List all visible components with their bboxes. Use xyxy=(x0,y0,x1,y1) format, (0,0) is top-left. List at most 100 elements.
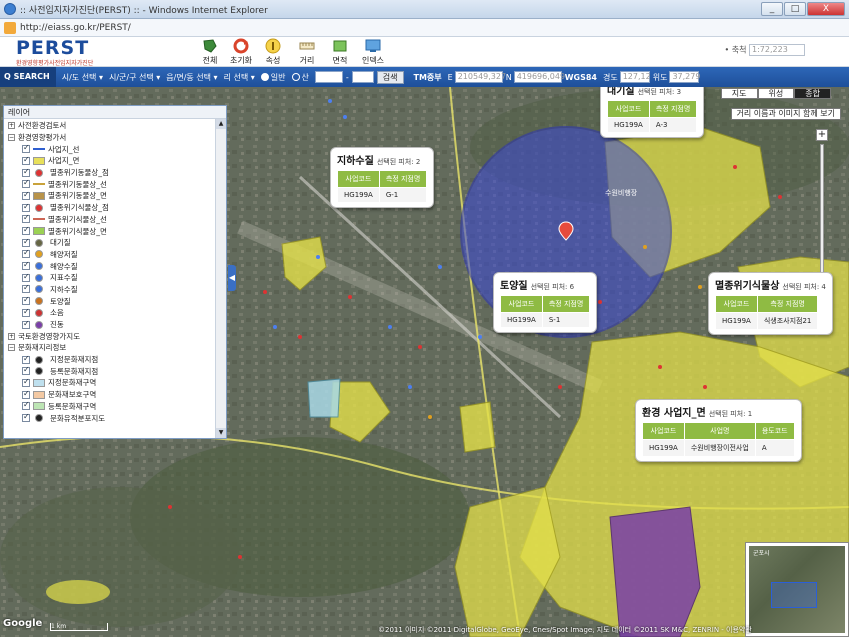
layer-row[interactable]: 멸종위기동물상_선 xyxy=(4,178,214,190)
layer-row[interactable]: 멸종위기동물상_점 xyxy=(4,167,214,179)
layer-checkbox[interactable] xyxy=(22,202,30,212)
layer-checkbox[interactable] xyxy=(22,283,30,294)
cell: 식생조사지점21 xyxy=(756,312,819,330)
sido-select[interactable]: 시/도 선택 ▾ xyxy=(62,72,103,83)
overview-map[interactable]: 군포시 xyxy=(745,542,849,637)
layer-row[interactable]: 사업지_선 xyxy=(4,143,214,155)
layer-row[interactable]: 토양질 xyxy=(4,295,214,307)
layer-row[interactable]: 지정문화재구역 xyxy=(4,377,214,389)
tab-map[interactable]: 지도 xyxy=(720,88,758,99)
general-radio[interactable] xyxy=(260,73,269,81)
collapse-icon[interactable]: − xyxy=(8,344,15,352)
layer-checkbox[interactable] xyxy=(22,412,30,423)
overview-viewport[interactable] xyxy=(771,582,817,608)
layer-row[interactable]: 진동 xyxy=(4,319,214,331)
eupmyeon-select[interactable]: 읍/면/동 선택 ▾ xyxy=(166,72,217,83)
map-type-tabs: 지도 위성 종합 xyxy=(720,88,831,99)
tool-reset[interactable]: 초기화 xyxy=(223,38,259,66)
layer-row[interactable]: 지하수질 xyxy=(4,283,214,296)
layer-legend-swatch xyxy=(33,402,45,411)
layer-checkbox[interactable] xyxy=(22,190,30,200)
layer-row[interactable]: 대기질 xyxy=(4,237,214,249)
layer-row[interactable]: 해양수질 xyxy=(4,260,214,272)
lot-sub-input[interactable] xyxy=(351,71,374,83)
layer-checkbox[interactable] xyxy=(22,295,30,306)
layer-row[interactable]: 문화유적분포지도 xyxy=(4,412,214,424)
e-coordinate-field[interactable]: 210549,327 xyxy=(454,71,506,83)
layer-panel-scrollbar[interactable]: ▲ ▼ xyxy=(215,119,226,438)
layer-label: 진동 xyxy=(50,320,64,330)
map-canvas[interactable]: 수원비행장 레이어 +사전환경검토서−환경영향평가서사업지_선사업지_면멸종위기… xyxy=(0,87,849,637)
layer-row[interactable]: 지표수질 xyxy=(4,272,214,284)
layer-checkbox[interactable] xyxy=(22,319,30,329)
layer-legend-swatch xyxy=(33,378,45,387)
layer-checkbox[interactable] xyxy=(22,354,30,364)
sigungu-select[interactable]: 시/군/구 선택 ▾ xyxy=(109,72,160,83)
layer-checkbox[interactable] xyxy=(22,389,30,399)
layer-row[interactable]: 사업지_면 xyxy=(4,155,214,167)
layer-group-row[interactable]: + 사전환경검토서 xyxy=(4,120,214,132)
layer-group-row[interactable]: + 국토환경영향가지도 xyxy=(4,330,214,342)
scroll-down-icon[interactable]: ▼ xyxy=(216,428,226,438)
tab-satellite[interactable]: 위성 xyxy=(757,88,795,99)
zoom-in-button[interactable]: + xyxy=(816,129,828,141)
scale-display: • 축척 1:72,223 xyxy=(724,44,805,56)
layer-checkbox[interactable] xyxy=(22,237,30,247)
expand-icon[interactable]: + xyxy=(8,332,15,340)
search-button[interactable]: Q SEARCH xyxy=(0,67,56,87)
n-label: N xyxy=(505,72,512,82)
perst-logo[interactable]: PERST 환경영향평가사전입지자가진단 xyxy=(16,38,93,67)
lon-field[interactable]: 127,12 xyxy=(619,71,651,83)
layer-row[interactable]: 멸종위기동물상_면 xyxy=(4,190,214,202)
layer-checkbox[interactable] xyxy=(22,155,30,165)
n-coordinate-field[interactable]: 419696,049 xyxy=(513,71,565,83)
scale-input[interactable]: 1:72,223 xyxy=(749,44,805,56)
layer-row[interactable]: 등록문화재구역 xyxy=(4,400,214,413)
url-text[interactable]: http://eiass.go.kr/PERST/ xyxy=(20,23,131,33)
label-toggle[interactable]: 거리 이름과 이미지 함께 보기 xyxy=(730,108,841,120)
maximize-button[interactable]: □ xyxy=(784,2,806,16)
address-bar[interactable]: http://eiass.go.kr/PERST/ xyxy=(0,19,849,37)
layer-checkbox[interactable] xyxy=(22,213,30,224)
layer-row[interactable]: 문화재보호구역 xyxy=(4,389,214,401)
lat-field[interactable]: 37,279 xyxy=(669,71,700,83)
layer-group-row[interactable]: − 환경영향평가서 xyxy=(4,132,214,144)
layer-label: 문화유적분포지도 xyxy=(50,413,106,423)
scroll-up-icon[interactable]: ▲ xyxy=(216,119,226,129)
tab-hybrid[interactable]: 종합 xyxy=(794,88,831,99)
layer-checkbox[interactable] xyxy=(22,167,30,177)
ri-select[interactable]: 리 선택 ▾ xyxy=(224,72,255,83)
layer-checkbox[interactable] xyxy=(22,377,30,387)
tool-attribute[interactable]: 속성 xyxy=(255,38,291,66)
expand-icon[interactable]: + xyxy=(8,122,15,130)
layer-checkbox[interactable] xyxy=(22,178,30,189)
layer-checkbox[interactable] xyxy=(22,272,30,282)
lot-main-input[interactable] xyxy=(314,71,343,83)
lon-label: 경도 xyxy=(602,72,618,82)
layer-row[interactable]: 등록문화재지점 xyxy=(4,365,214,377)
mountain-radio[interactable] xyxy=(291,73,300,81)
layer-checkbox[interactable] xyxy=(22,143,30,154)
layer-checkbox[interactable] xyxy=(22,400,30,411)
collapse-panel-button[interactable]: ◀ xyxy=(228,265,236,291)
layer-row[interactable]: 멸종위기식물상_면 xyxy=(4,225,214,237)
layer-row[interactable]: 소음 xyxy=(4,307,214,319)
close-button[interactable]: X xyxy=(807,2,845,16)
tool-distance[interactable]: 거리 xyxy=(289,38,325,66)
tool-area[interactable]: 면적 xyxy=(322,38,358,66)
tool-index[interactable]: 인덱스 xyxy=(355,38,391,66)
layer-checkbox[interactable] xyxy=(22,225,30,236)
layer-checkbox[interactable] xyxy=(22,248,30,259)
go-button[interactable]: 검색 xyxy=(376,70,404,84)
minimize-button[interactable]: _ xyxy=(761,2,783,16)
layer-checkbox[interactable] xyxy=(22,260,30,271)
layer-row[interactable]: 멸종위기식물상_점 xyxy=(4,202,214,214)
layer-label: 국토환경영향가지도 xyxy=(18,331,81,341)
layer-checkbox[interactable] xyxy=(22,307,30,317)
layer-row[interactable]: 멸종위기식물상_선 xyxy=(4,213,214,226)
layer-row[interactable]: 지정문화재지점 xyxy=(4,354,214,366)
layer-group-row[interactable]: − 문화재지리정보 xyxy=(4,342,214,354)
layer-row[interactable]: 해양저질 xyxy=(4,248,214,261)
layer-checkbox[interactable] xyxy=(22,365,30,376)
collapse-icon[interactable]: − xyxy=(8,134,15,142)
